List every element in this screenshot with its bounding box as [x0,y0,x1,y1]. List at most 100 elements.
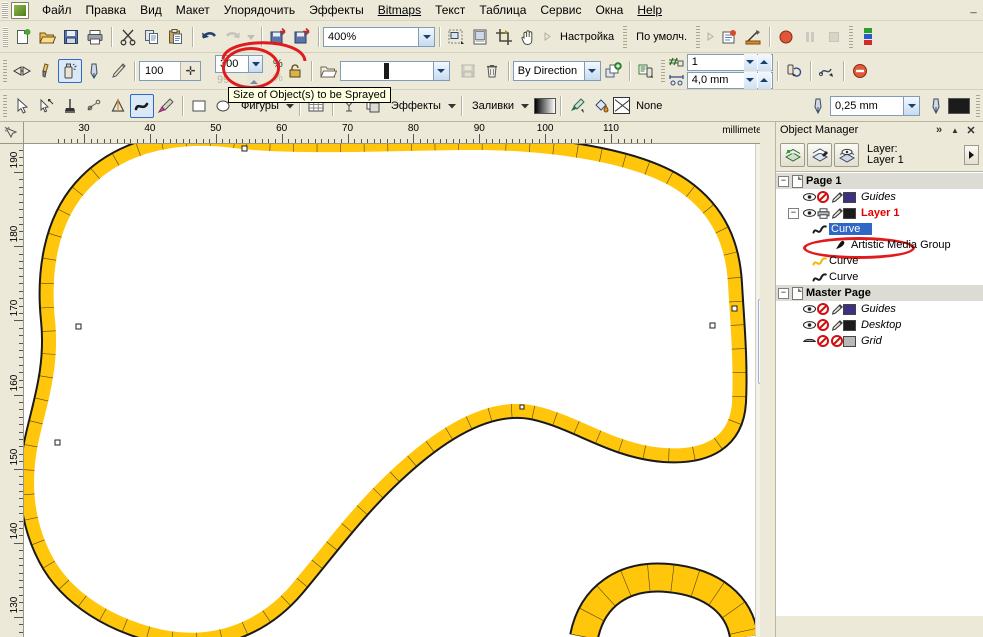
menu-item-effects[interactable]: Эффекты [302,1,371,19]
visibility-eye-icon[interactable] [802,207,816,219]
visibility-eye-icon[interactable] [802,303,816,315]
pan-dropdown-icon[interactable] [540,25,554,49]
tree-item-label[interactable]: Curve [829,255,858,267]
outline-width-combo[interactable]: 0,25 mm [830,95,920,116]
freehand-tool-icon[interactable] [106,94,130,118]
layer-color-swatch[interactable] [843,191,856,203]
drawing-canvas[interactable] [24,144,760,637]
tools-toolbar-grip[interactable] [3,94,7,117]
eyedropper-icon[interactable] [565,94,589,118]
export-icon[interactable] [290,25,314,49]
menu-item-file[interactable]: Файл [35,1,79,19]
save-spraylist-icon[interactable] [456,59,480,83]
menu-item-view[interactable]: Вид [133,1,169,19]
tree-layer-row[interactable]: Guides [776,189,983,205]
chevron-down-icon[interactable] [418,27,434,46]
docker-roll-up-icon[interactable]: ▲ [947,123,963,137]
tree-expander-icon[interactable]: − [788,207,799,219]
spraylist-options-icon[interactable] [634,59,658,83]
zoom-levels-icon[interactable] [444,25,468,49]
tree-expander-icon[interactable]: − [778,287,789,299]
pick-tool-icon[interactable] [10,94,34,118]
gradient-fill-swatch[interactable] [534,97,557,114]
tree-layer-row[interactable]: Desktop [776,317,983,333]
ruler-origin-button[interactable] [0,122,24,144]
rectangle-tool-icon[interactable] [187,94,211,118]
zoom-level-combo[interactable]: 400% [323,26,435,47]
copy-icon[interactable] [140,25,164,49]
snap-settings-label[interactable]: Настройка [554,31,620,43]
menu-item-help[interactable]: Help [630,1,669,19]
chevron-down-icon[interactable] [432,62,449,80]
spray-size-chevron-icon[interactable] [248,55,262,72]
color-palette-icon[interactable] [856,25,880,49]
import-icon[interactable] [266,25,290,49]
visibility-eye-icon[interactable] [802,191,816,203]
redo-icon[interactable] [221,25,245,49]
calligraphic-icon[interactable] [82,59,106,83]
layer-color-swatch[interactable] [843,319,856,331]
visibility-eye-icon[interactable] [802,319,816,331]
menu-item-edit[interactable]: Правка [79,1,134,19]
full-screen-preview-icon[interactable] [468,25,492,49]
pan-hand-icon[interactable] [516,25,540,49]
menu-item-arrange[interactable]: Упорядочить [217,1,302,19]
preset-stroke-icon[interactable] [10,59,34,83]
spraylist-combo[interactable] [339,61,450,81]
default-workspace-label[interactable]: По умолч. [630,31,693,43]
chevron-down-icon[interactable] [903,96,919,115]
add-to-spraylist-icon[interactable] [601,59,625,83]
layer-color-swatch[interactable] [843,207,856,219]
cut-icon[interactable] [116,25,140,49]
layer-manager-view-icon[interactable] [834,142,859,167]
menu-item-bitmaps[interactable]: Bitmaps [371,1,428,19]
tree-page-row[interactable]: − Page 1 [776,173,983,189]
standard-toolbar-grip[interactable] [3,26,8,47]
menu-item-text[interactable]: Текст [428,1,472,19]
save-icon[interactable] [59,25,83,49]
outline-color-pen-icon[interactable] [924,94,948,118]
outline-none-swatch[interactable] [613,97,631,114]
minimize-button[interactable]: _ [967,3,980,16]
undo-dropdown-icon[interactable] [245,25,257,49]
pause-icon[interactable] [798,25,822,49]
tree-object-row[interactable]: Curve [776,253,983,269]
rotation-icon[interactable] [782,59,806,83]
crop-tool-icon[interactable] [492,25,516,49]
tree-page-row[interactable]: − Master Page [776,285,983,301]
tree-object-row[interactable]: Curve [776,221,983,237]
browse-spraylist-icon[interactable] [316,59,340,83]
not-printable-icon[interactable] [816,303,830,315]
options-icon[interactable] [717,25,741,49]
application-launcher-icon[interactable] [741,25,765,49]
close-icon[interactable]: ✕ [963,123,979,137]
tree-layer-row[interactable]: Guides [776,301,983,317]
open-document-icon[interactable] [35,25,59,49]
property-bar-grip[interactable] [3,60,7,82]
fills-dropdown[interactable]: Заливки [466,100,530,112]
sprayer-tool-icon[interactable] [58,59,82,83]
tree-item-label[interactable]: Curve [829,223,873,235]
dabs-count-spinner[interactable] [743,53,772,71]
menu-item-table[interactable]: Таблица [472,1,533,19]
tree-item-label[interactable]: Artistic Media Group [851,239,951,251]
dabs-count-input[interactable]: 1 [686,53,773,71]
tree-layer-row[interactable]: Grid [776,333,983,349]
outline-pen-icon[interactable] [806,94,830,118]
editable-pencil-icon[interactable] [830,303,843,315]
printable-icon[interactable] [816,207,830,219]
editable-pencil-icon[interactable] [830,207,843,219]
pressure-pen-icon[interactable] [106,59,130,83]
tree-object-row[interactable]: Artistic Media Group [776,237,983,253]
freehand-smoothing-input[interactable]: 100 ✛ [139,61,201,81]
brush-stroke-icon[interactable] [34,59,58,83]
docker-collapse-icon[interactable]: » [931,123,947,137]
tree-item-label[interactable]: Curve [829,271,858,283]
reset-values-icon[interactable] [848,59,872,83]
outline-color-swatch[interactable] [948,97,970,114]
effects-dropdown[interactable]: Эффекты [385,100,457,112]
tree-layer-row[interactable]: − Layer 1 [776,205,983,221]
new-document-icon[interactable] [11,25,35,49]
record-icon[interactable] [774,25,798,49]
tree-expander-icon[interactable]: − [778,175,789,187]
